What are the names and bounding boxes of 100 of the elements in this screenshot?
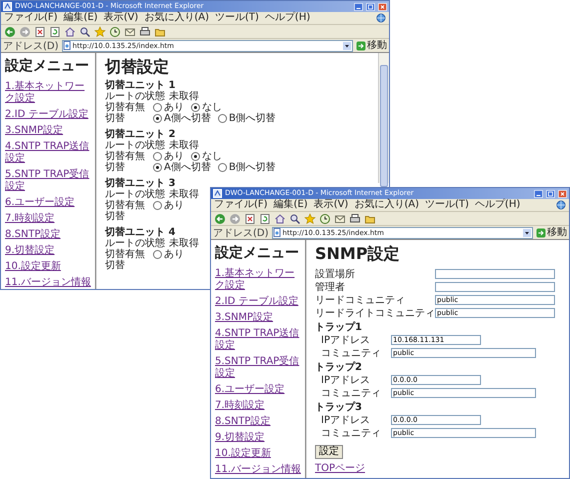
menu-link[interactable]: 2.ID テーブル設定 — [215, 296, 301, 308]
menu-item[interactable]: 編集(E) — [274, 199, 308, 211]
menu-item[interactable]: ファイル(F) — [214, 199, 268, 211]
printer-icon[interactable] — [139, 26, 151, 38]
option-label: あり — [164, 249, 184, 260]
field-label: コミュニティ — [321, 346, 382, 360]
field-label: IPアドレス — [321, 414, 371, 426]
sidebar-heading: 設定メニュー — [215, 244, 300, 262]
unit-title: 切替ユニット 3 — [105, 178, 176, 189]
dropdown-arrow-icon[interactable] — [523, 228, 531, 236]
radio-button[interactable] — [191, 103, 200, 112]
option-label: B側へ切替 — [228, 113, 276, 124]
refresh-icon[interactable] — [49, 26, 61, 38]
printer-icon[interactable] — [349, 212, 361, 224]
home-icon[interactable] — [274, 212, 286, 224]
star-icon[interactable] — [304, 212, 316, 224]
menu-link[interactable]: 10.設定更新 — [215, 448, 301, 460]
text-field[interactable] — [435, 282, 555, 292]
option-label: A側へ切替 — [164, 162, 211, 173]
menu-link[interactable]: 9.切替設定 — [5, 245, 91, 257]
minimize-icon[interactable] — [354, 2, 363, 10]
trap-title: トラップ1 — [315, 322, 363, 333]
maximize-icon[interactable] — [366, 2, 375, 10]
menu-link[interactable]: 10.設定更新 — [5, 261, 91, 273]
trap-title: トラップ2 — [315, 362, 363, 373]
search-icon[interactable] — [79, 26, 91, 38]
refresh-icon[interactable] — [259, 212, 271, 224]
menu-item[interactable]: ツール(T) — [425, 199, 469, 211]
scroll-thumb[interactable] — [380, 65, 388, 187]
unit-title: 切替ユニット 1 — [105, 80, 176, 91]
globe-icon — [376, 13, 386, 23]
address-label: アドレス(D) — [213, 226, 269, 240]
radio-button[interactable] — [218, 114, 227, 123]
menu-item[interactable]: 表示(V) — [104, 12, 138, 24]
minimize-icon[interactable] — [534, 190, 543, 198]
stop-icon[interactable] — [34, 26, 46, 38]
top-page-link[interactable]: TOPページ — [315, 463, 366, 475]
mail-icon[interactable] — [124, 26, 136, 38]
menu-link[interactable]: 6.ユーザー設定 — [5, 197, 91, 209]
radio-button[interactable] — [218, 163, 227, 172]
home-icon[interactable] — [64, 26, 76, 38]
globe-icon — [556, 200, 566, 210]
field-label: リードコミュニティ — [315, 294, 406, 306]
forward-arrow-icon[interactable] — [229, 212, 241, 224]
maximize-icon[interactable] — [546, 190, 555, 198]
unit-title: 切替ユニット 2 — [105, 129, 176, 140]
radio-button[interactable] — [153, 103, 162, 112]
dropdown-arrow-icon[interactable] — [343, 42, 351, 50]
radio-button[interactable] — [153, 201, 162, 210]
mail-icon[interactable] — [334, 212, 346, 224]
menu-link[interactable]: 9.切替設定 — [215, 432, 301, 444]
close-icon[interactable] — [378, 2, 387, 10]
field-label: 切替有無 — [105, 102, 146, 113]
clock-icon[interactable] — [109, 26, 121, 38]
clock-icon[interactable] — [319, 212, 331, 224]
radio-button[interactable] — [153, 250, 162, 259]
radio-button[interactable] — [153, 114, 162, 123]
menu-link[interactable]: 4.SNTP TRAP送信設定 — [215, 328, 301, 352]
menu-link[interactable]: 11.バージョン情報 — [5, 277, 91, 289]
star-icon[interactable] — [94, 26, 106, 38]
menu-link[interactable]: 5.SNTP TRAP受信設定 — [215, 356, 301, 380]
menu-link[interactable]: 7.時刻設定 — [5, 213, 91, 225]
menu-link[interactable]: 7.時刻設定 — [215, 400, 301, 412]
status-value: 未取得 — [169, 189, 199, 200]
menu-item[interactable]: ツール(T) — [215, 12, 259, 24]
menu-item[interactable]: 表示(V) — [314, 199, 348, 211]
go-button[interactable]: 移動 — [536, 226, 567, 238]
radio-button[interactable] — [191, 152, 200, 161]
menu-item[interactable]: ファイル(F) — [4, 12, 58, 24]
trap-title: トラップ3 — [315, 402, 363, 413]
menu-link[interactable]: 2.ID テーブル設定 — [5, 109, 91, 121]
menu-link[interactable]: 11.バージョン情報 — [215, 464, 301, 476]
menu-link[interactable]: 8.SNTP設定 — [5, 229, 91, 241]
status-value: 未取得 — [169, 238, 199, 249]
menu-link[interactable]: 6.ユーザー設定 — [215, 384, 301, 396]
stop-icon[interactable] — [244, 212, 256, 224]
go-button[interactable]: 移動 — [356, 40, 387, 52]
menu-link[interactable]: 5.SNTP TRAP受信設定 — [5, 169, 91, 193]
menu-link[interactable]: 1.基本ネットワーク設定 — [5, 81, 91, 105]
forward-arrow-icon[interactable] — [19, 26, 31, 38]
close-icon[interactable] — [558, 190, 567, 198]
radio-button[interactable] — [153, 163, 162, 172]
back-arrow-icon[interactable] — [4, 26, 16, 38]
menu-item[interactable]: お気に入り(A) — [144, 12, 209, 24]
menu-item[interactable]: 編集(E) — [64, 12, 98, 24]
text-field[interactable] — [435, 268, 555, 278]
menu-link[interactable]: 1.基本ネットワーク設定 — [215, 268, 301, 292]
back-arrow-icon[interactable] — [214, 212, 226, 224]
menu-link[interactable]: 4.SNTP TRAP送信設定 — [5, 141, 91, 165]
menu-item[interactable]: ヘルプ(H) — [264, 12, 310, 24]
radio-button[interactable] — [153, 152, 162, 161]
menu-link[interactable]: 8.SNTP設定 — [215, 416, 301, 428]
submit-button[interactable]: 設定 — [315, 445, 343, 459]
menu-item[interactable]: お気に入り(A) — [354, 199, 419, 211]
menu-link[interactable]: 3.SNMP設定 — [215, 312, 301, 324]
status-value: 未取得 — [169, 91, 199, 102]
search-icon[interactable] — [289, 212, 301, 224]
menu-link[interactable]: 3.SNMP設定 — [5, 125, 91, 137]
menu-item[interactable]: ヘルプ(H) — [474, 199, 520, 211]
field-label: ルートの状態 — [105, 140, 165, 151]
